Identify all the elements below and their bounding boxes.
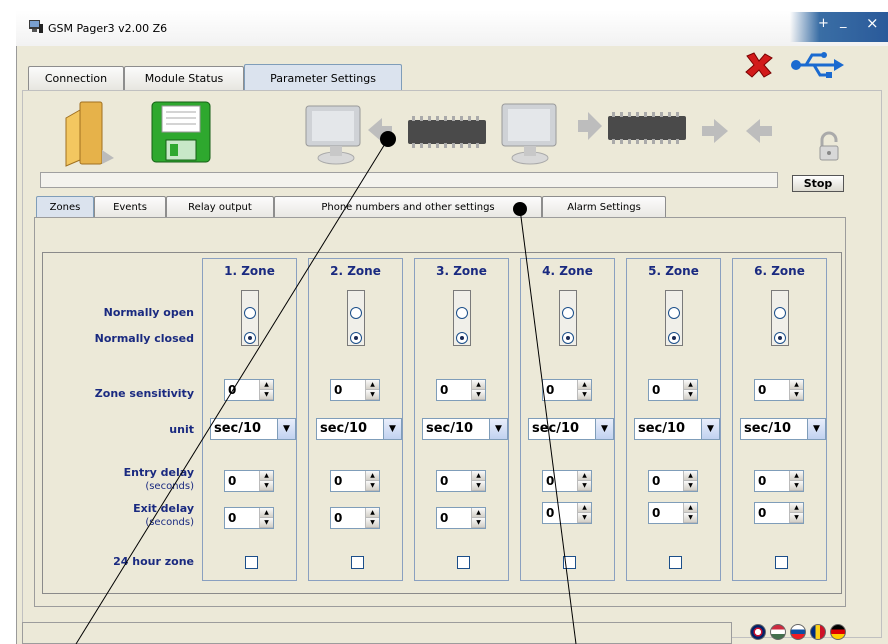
annotation-dot	[513, 202, 527, 216]
annotation-overlay	[75, 131, 577, 644]
annotation-line	[75, 138, 389, 644]
annotation-line	[519, 208, 577, 644]
annotation-dot	[380, 131, 396, 147]
